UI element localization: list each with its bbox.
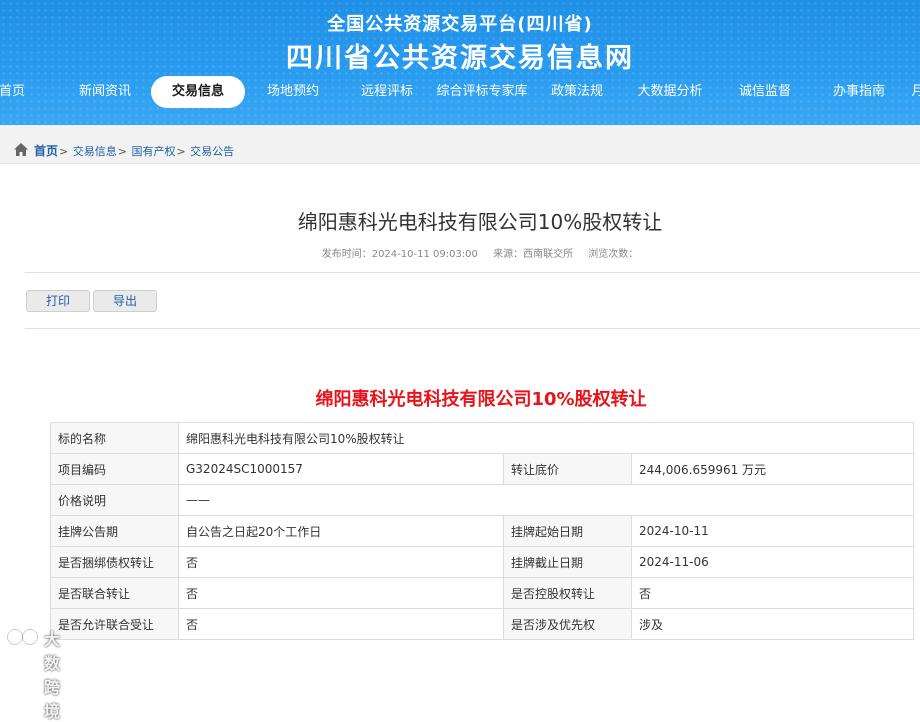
divider [25,272,920,273]
field-label: 是否允许联合受让 [50,608,179,640]
breadcrumb-trading-info[interactable]: 交易信息 [73,145,117,158]
field-label: 是否捆绑债权转让 [50,546,179,578]
print-button[interactable]: 打印 [26,290,90,312]
field-value: 2024-10-11 [631,515,914,547]
field-value: 否 [178,577,504,609]
breadcrumb-separator: > [117,145,127,158]
field-label: 标的名称 [50,422,179,454]
field-value: 2024-11-06 [631,546,914,578]
nav-item-venue-booking[interactable]: 场地预约 [258,76,328,108]
publish-time: 发布时间：2024-10-11 09:03:00 [321,249,478,260]
table-row: 价格说明 —— [50,484,914,516]
table-row: 是否联合转让 否 是否控股权转让 否 [50,577,914,609]
article-meta: 发布时间：2024-10-11 09:03:00 来源：西南联交所 浏览次数： [0,245,920,260]
export-button[interactable]: 导出 [93,290,157,312]
site-subtitle: 全国公共资源交易平台(四川省) [327,14,593,35]
nav-item-policies[interactable]: 政策法规 [542,76,612,108]
field-label: 挂牌截止日期 [503,546,632,578]
field-label: 挂牌起始日期 [503,515,632,547]
nav-item-news[interactable]: 新闻资讯 [70,76,140,108]
nav-item-credit-supervision[interactable]: 诚信监督 [730,76,800,108]
nav-item-home[interactable]: 首页 [0,76,32,108]
view-count: 浏览次数： [588,249,639,260]
field-label: 项目编码 [50,453,179,485]
nav-item-remote-evaluation[interactable]: 远程评标 [352,76,422,108]
breadcrumb-separator: > [176,145,186,158]
announcement-title: 绵阳惠科光电科技有限公司10%股权转让 [315,389,647,410]
field-label: 转让底价 [503,453,632,485]
breadcrumb-announcement[interactable]: 交易公告 [190,145,234,158]
main-nav: 首页 新闻资讯 交易信息 场地预约 远程评标 综合评标专家库 政策法规 大数据分… [0,76,920,108]
field-value: 绵阳惠科光电科技有限公司10%股权转让 [178,422,914,454]
home-icon [14,143,28,156]
field-value: —— [178,484,914,516]
site-header: 全国公共资源交易平台(四川省) 四川省公共资源交易信息网 首页 新闻资讯 交易信… [0,0,920,125]
field-value: 自公告之日起20个工作日 [178,515,504,547]
table-row: 标的名称 绵阳惠科光电科技有限公司10%股权转让 [50,422,914,454]
field-label: 是否联合转让 [50,577,179,609]
table-row: 项目编码 G32024SC1000157 转让底价 244,006.659961… [50,453,914,485]
article-source: 来源：西南联交所 [493,249,574,260]
breadcrumb: 首页> 交易信息> 国有产权> 交易公告 [0,125,920,164]
nav-item-big-data[interactable]: 大数据分析 [630,76,710,108]
divider [25,328,920,329]
breadcrumb-state-property[interactable]: 国有产权 [131,145,175,158]
field-label: 挂牌公告期 [50,515,179,547]
nav-item-trading-info[interactable]: 交易信息 [151,76,245,108]
field-value: 否 [178,546,504,578]
announcement-table: 标的名称 绵阳惠科光电科技有限公司10%股权转让 项目编码 G32024SC10… [50,422,914,640]
field-value: 涉及 [631,608,914,640]
field-value: G32024SC1000157 [178,453,504,485]
table-row: 挂牌公告期 自公告之日起20个工作日 挂牌起始日期 2024-10-11 [50,515,914,547]
article-title: 绵阳惠科光电科技有限公司10%股权转让 [297,210,663,234]
field-label: 价格说明 [50,484,179,516]
nav-item-guide[interactable]: 办事指南 [824,76,894,108]
nav-item-expert-pool[interactable]: 综合评标专家库 [432,76,532,108]
site-title: 四川省公共资源交易信息网 [286,43,634,74]
watermark-text: 大数跨境 [44,630,61,721]
field-value: 否 [631,577,914,609]
field-value: 否 [178,608,504,640]
field-label: 是否控股权转让 [503,577,632,609]
nav-item-more[interactable]: 月 [908,76,920,108]
field-value: 244,006.659961 万元 [631,453,914,485]
breadcrumb-separator: > [59,145,69,158]
table-row: 是否允许联合受让 否 是否涉及优先权 涉及 [50,608,914,640]
field-label: 是否涉及优先权 [503,608,632,640]
brand-logo-icon [7,629,38,645]
breadcrumb-home[interactable]: 首页 [34,144,58,158]
table-row: 是否捆绑债权转让 否 挂牌截止日期 2024-11-06 [50,546,914,578]
